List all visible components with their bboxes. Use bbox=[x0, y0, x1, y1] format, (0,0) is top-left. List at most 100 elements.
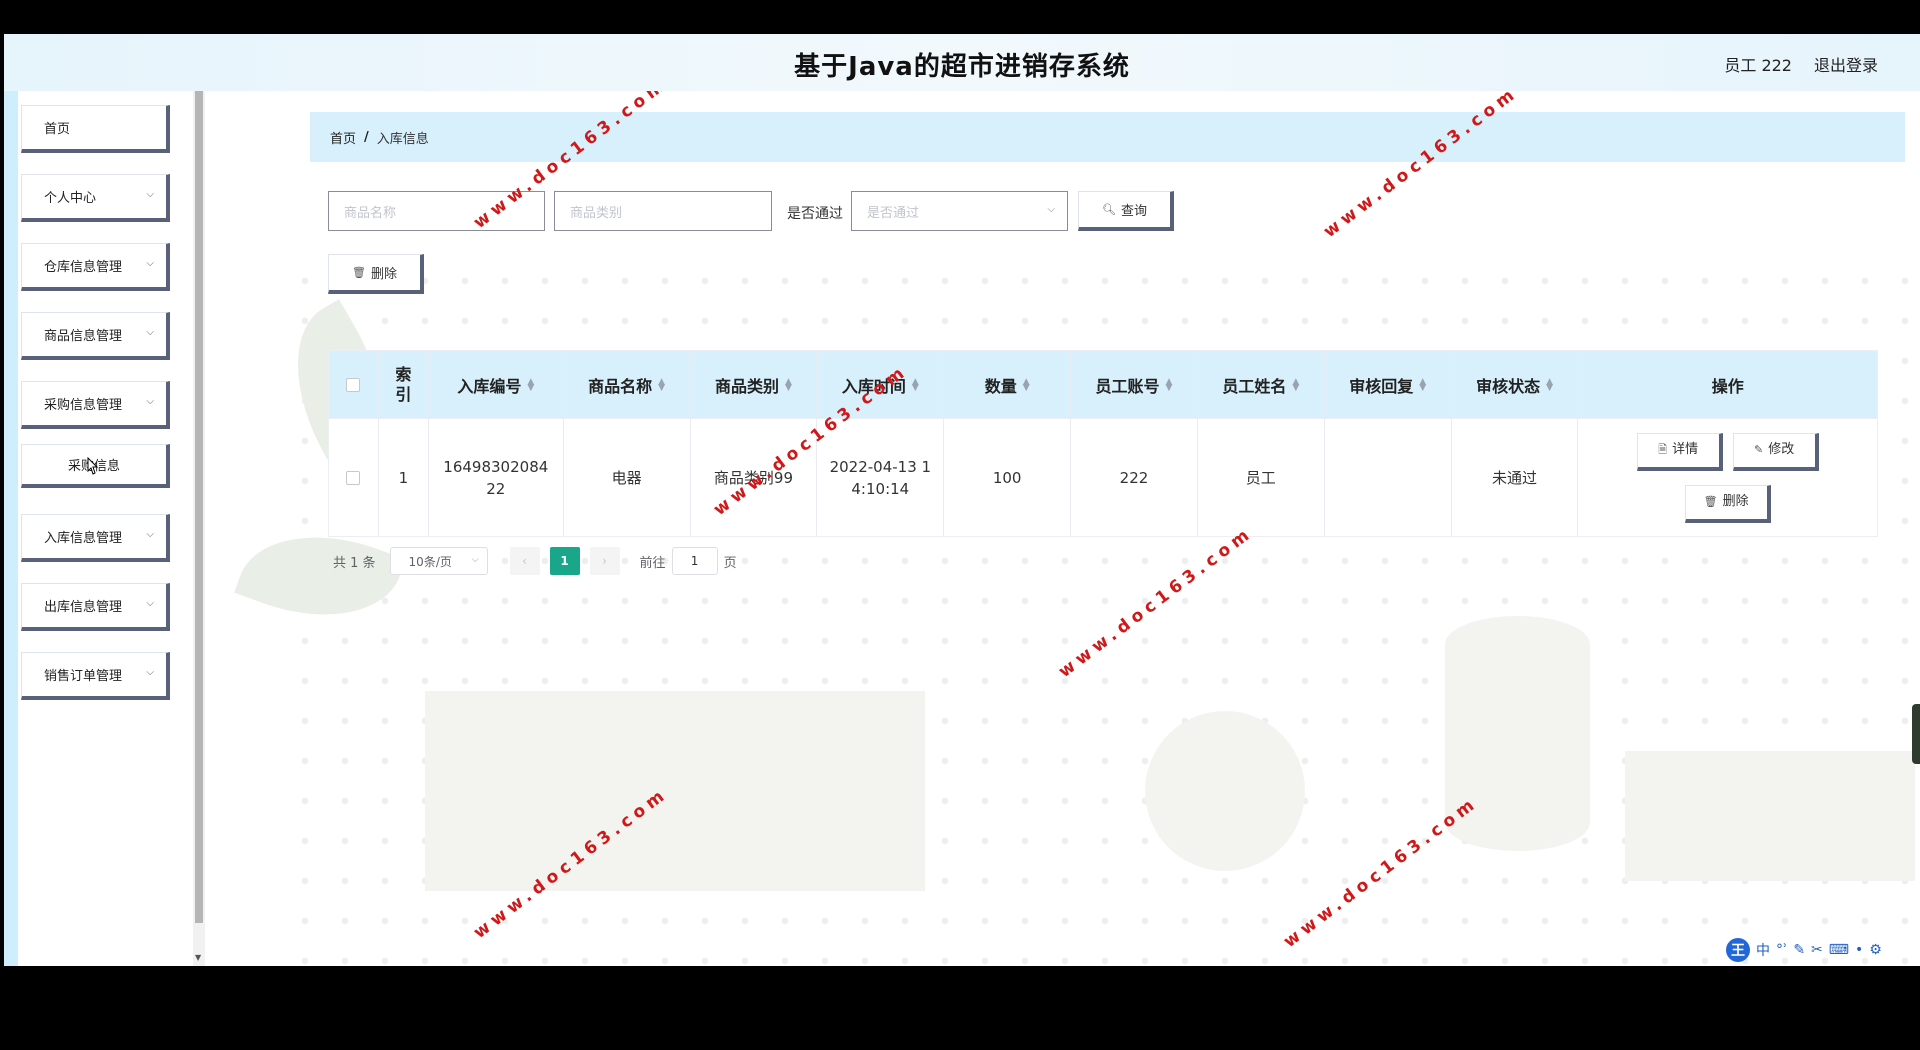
gear-icon[interactable]: ⚙ bbox=[1869, 942, 1882, 958]
header-category[interactable]: 商品类别 ▲ ▼ bbox=[691, 351, 818, 418]
sidebar-item-home[interactable]: 首页 bbox=[21, 105, 170, 153]
cell-status: 未通过 bbox=[1452, 419, 1579, 536]
header-reply-label: 审核回复 bbox=[1349, 376, 1414, 396]
product-category-input[interactable]: 商品类别 bbox=[554, 191, 772, 231]
passed-select-placeholder: 是否通过 bbox=[867, 205, 920, 221]
sidebar-item-label: 出库信息管理 bbox=[44, 600, 123, 615]
scrollbar-thumb[interactable] bbox=[195, 91, 203, 923]
header-category-label: 商品类别 bbox=[715, 376, 780, 396]
row-checkbox[interactable] bbox=[346, 470, 361, 485]
row-delete-label: 删除 bbox=[1722, 494, 1749, 509]
header-qty-label: 数量 bbox=[984, 376, 1017, 396]
chevron-down-icon: ⌵ bbox=[146, 396, 154, 407]
sort-icon[interactable]: ▲ ▼ bbox=[1546, 377, 1553, 392]
sidebar-item-profile[interactable]: 个人中心 ⌵ bbox=[21, 174, 170, 222]
next-page-button[interactable]: › bbox=[589, 547, 620, 575]
cell-name: 电器 bbox=[564, 419, 691, 536]
mouse-cursor-icon bbox=[87, 457, 99, 475]
row-delete-button[interactable]: 🗑︎ 删除 bbox=[1684, 484, 1771, 523]
sort-icon[interactable]: ▲ ▼ bbox=[1292, 377, 1299, 392]
edit-button[interactable]: ✎ 修改 bbox=[1732, 432, 1819, 471]
select-all-checkbox[interactable] bbox=[346, 377, 361, 392]
header-actions-label: 操作 bbox=[1711, 376, 1744, 396]
pen-icon[interactable]: ✎ bbox=[1793, 942, 1805, 958]
breadcrumb-current: 入库信息 bbox=[376, 131, 429, 147]
scissors-icon[interactable]: ✂ bbox=[1811, 942, 1823, 958]
page-suffix: 页 bbox=[723, 555, 737, 571]
sort-icon[interactable]: ▲ ▼ bbox=[912, 377, 919, 392]
logout-link[interactable]: 退出登录 bbox=[1814, 52, 1878, 76]
prev-page-button[interactable]: ‹ bbox=[509, 547, 540, 575]
header-account[interactable]: 员工账号 ▲ ▼ bbox=[1071, 351, 1198, 418]
sidebar-scrollbar[interactable]: ▼ bbox=[193, 91, 205, 966]
header-staff[interactable]: 员工姓名 ▲ ▼ bbox=[1198, 351, 1325, 418]
sidebar-item-warehouse[interactable]: 仓库信息管理 ⌵ bbox=[21, 243, 170, 291]
goto-page-input[interactable]: 1 bbox=[671, 547, 718, 575]
chevron-right-icon: › bbox=[602, 554, 607, 568]
side-handle[interactable] bbox=[1912, 704, 1920, 764]
sidebar-item-label: 销售订单管理 bbox=[44, 669, 123, 684]
background-block-decoration bbox=[425, 691, 925, 891]
scroll-down-arrow-icon[interactable]: ▼ bbox=[195, 953, 201, 962]
passed-select[interactable]: 是否通过 ⌵ bbox=[851, 191, 1068, 231]
background-tape-decoration bbox=[1145, 711, 1305, 871]
trash-icon: 🗑︎ bbox=[1703, 495, 1718, 508]
header-staff-label: 员工姓名 bbox=[1222, 376, 1287, 396]
header-name[interactable]: 商品名称 ▲ ▼ bbox=[564, 351, 691, 418]
breadcrumb-home[interactable]: 首页 bbox=[330, 128, 356, 147]
sidebar-item-outbound[interactable]: 出库信息管理 ⌵ bbox=[21, 583, 170, 631]
header-select-all bbox=[329, 351, 379, 418]
header-index-label: 索引 bbox=[395, 364, 412, 404]
search-button-label: 查询 bbox=[1120, 204, 1147, 219]
passed-filter-label: 是否通过 bbox=[787, 206, 843, 222]
bulk-delete-button[interactable]: 🗑︎ 删除 bbox=[328, 254, 424, 294]
sidebar-item-label: 个人中心 bbox=[44, 191, 97, 206]
cell-account: 222 bbox=[1071, 419, 1198, 536]
sort-icon[interactable]: ▲ ▼ bbox=[785, 377, 792, 392]
sidebar-item-purchase[interactable]: 采购信息管理 ⌵ bbox=[21, 381, 170, 429]
header-actions: 操作 bbox=[1578, 351, 1877, 418]
sort-icon[interactable]: ▲ ▼ bbox=[1166, 377, 1173, 392]
sort-icon[interactable]: ▲ ▼ bbox=[658, 377, 665, 392]
sort-icon[interactable]: ▲ ▼ bbox=[1419, 377, 1426, 392]
top-header: 基于Java的超市进销存系统 员工 222 退出登录 bbox=[4, 34, 1920, 91]
actions-row: 🗎︎ 详情 ✎ 修改 bbox=[1636, 432, 1819, 471]
app-window: 基于Java的超市进销存系统 员工 222 退出登录 首页 个人中心 ⌵ 仓库信… bbox=[4, 34, 1920, 966]
row-select-cell bbox=[329, 419, 379, 536]
sidebar-item-products[interactable]: 商品信息管理 ⌵ bbox=[21, 312, 170, 360]
sidebar-item-inbound[interactable]: 入库信息管理 ⌵ bbox=[21, 514, 170, 562]
chevron-down-icon: ⌵ bbox=[146, 258, 154, 269]
ime-logo[interactable]: 王 bbox=[1726, 938, 1750, 962]
table-row: 1 1649830208422 电器 商品类别99 2022-04-13 14:… bbox=[329, 418, 1877, 536]
chevron-down-icon: ⌵ bbox=[146, 189, 154, 200]
header-status[interactable]: 审核状态 ▲ ▼ bbox=[1452, 351, 1579, 418]
bulk-delete-label: 删除 bbox=[370, 267, 397, 282]
header-status-label: 审核状态 bbox=[1476, 376, 1541, 396]
header-qty[interactable]: 数量 ▲ ▼ bbox=[944, 351, 1072, 418]
cell-staff: 员工 bbox=[1198, 419, 1325, 536]
cell-index: 1 bbox=[379, 419, 429, 536]
punctuation-icon[interactable]: °ʾ bbox=[1776, 942, 1787, 958]
detail-button-label: 详情 bbox=[1672, 442, 1699, 457]
header-reply[interactable]: 审核回复 ▲ ▼ bbox=[1325, 351, 1452, 418]
ime-mode[interactable]: 中 bbox=[1756, 940, 1770, 960]
header-code[interactable]: 入库编号 ▲ ▼ bbox=[429, 351, 564, 418]
shirt-icon[interactable]: • bbox=[1855, 942, 1863, 958]
page-number-button[interactable]: 1 bbox=[549, 547, 580, 575]
detail-button[interactable]: 🗎︎ 详情 bbox=[1636, 432, 1723, 471]
sidebar: 首页 个人中心 ⌵ 仓库信息管理 ⌵ 商品信息管理 ⌵ 采购信息管理 ⌵ 采购信… bbox=[4, 91, 205, 966]
current-user: 员工 222 bbox=[1724, 56, 1792, 75]
product-category-placeholder: 商品类别 bbox=[570, 205, 623, 221]
cell-actions: 🗎︎ 详情 ✎ 修改 🗑︎ 删除 bbox=[1578, 419, 1877, 536]
sidebar-accent-strip bbox=[4, 91, 18, 966]
sidebar-item-sales[interactable]: 销售订单管理 ⌵ bbox=[21, 652, 170, 700]
cell-code: 1649830208422 bbox=[429, 419, 564, 536]
chevron-left-icon: ‹ bbox=[522, 554, 527, 568]
background-box-decoration bbox=[1625, 751, 1915, 881]
breadcrumb: 首页 / 入库信息 bbox=[310, 112, 1905, 162]
sort-icon[interactable]: ▲ ▼ bbox=[1023, 377, 1030, 392]
keyboard-icon[interactable]: ⌨ bbox=[1829, 942, 1849, 958]
sort-icon[interactable]: ▲ ▼ bbox=[527, 377, 534, 392]
page-size-select[interactable]: 10条/页 ⌵ bbox=[389, 547, 488, 575]
search-button[interactable]: 🔍︎ 查询 bbox=[1078, 191, 1174, 231]
